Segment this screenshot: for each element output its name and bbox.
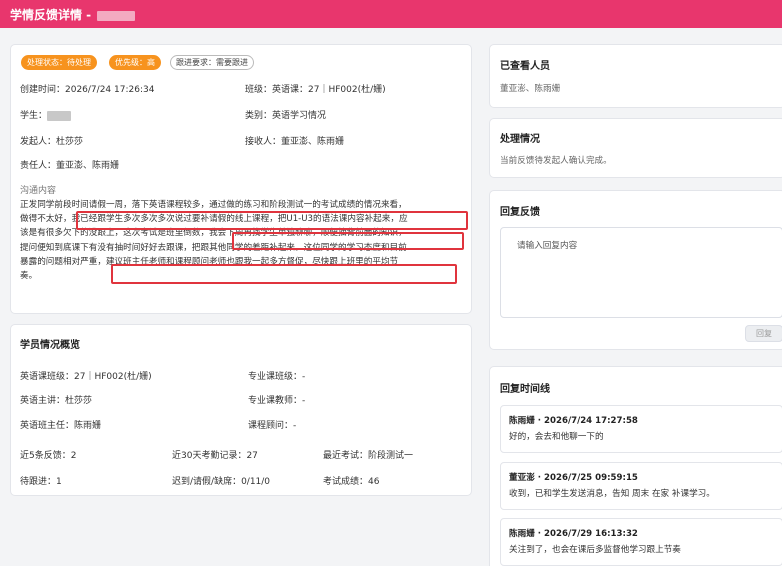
page-title: 学情反馈详情 - <box>10 6 136 23</box>
owner-field: 责任人：董亚澎、陈雨姗 <box>20 161 120 171</box>
timeline-text: 关注到了，也会在课后多监督他学习跟上节奏 <box>509 545 681 555</box>
timeline-title: 回复时间线 <box>500 384 550 395</box>
attendance-record: 近30天考勤记录：27 <box>172 451 258 461</box>
timeline-item: 陈雨姗 · 2026/7/24 17:27:58 好的，会去和他聊一下的 <box>500 405 782 453</box>
reply-title: 回复反馈 <box>500 207 540 218</box>
comm-label: 沟通内容 <box>20 186 57 196</box>
class-info: 班级：英语课：27｜HF002(杜/姗) <box>245 85 386 95</box>
status-badge: 处理状态：待处理 <box>21 55 97 70</box>
highlight-box <box>232 232 464 250</box>
created-time: 创建时间：2026/7/24 17:26:34 <box>20 85 155 95</box>
late-leave-absent: 迟到/请假/缺席：0/11/0 <box>172 477 271 487</box>
student-name-redacted <box>97 10 136 21</box>
timeline-author: 陈雨姗 · 2026/7/24 17:27:58 <box>509 416 638 426</box>
reply-button[interactable]: 回复 <box>745 325 782 342</box>
overview-title: 学员情况概览 <box>20 340 80 351</box>
student-field: 学生： <box>20 108 72 121</box>
timeline-text: 收到，已和学生发送消息，告知 周末 在家 补课学习。 <box>509 489 715 499</box>
processing-title: 处理情况 <box>500 134 540 145</box>
reply-placeholder: 请输入回复内容 <box>517 241 578 251</box>
processing-status: 当前反馈待发起人确认完成。 <box>500 156 612 166</box>
pending-follow-up: 待跟进：1 <box>20 477 62 487</box>
timeline-author: 陈雨姗 · 2026/7/29 16:13:32 <box>509 529 638 539</box>
major-class: 专业课班级：- <box>248 372 306 382</box>
english-class: 英语课班级：27｜HF002(杜/姗) <box>20 372 152 382</box>
student-name-redacted <box>47 110 72 121</box>
top-bar: 学情反馈详情 - <box>0 0 782 28</box>
exam-score: 考试成绩：46 <box>323 477 380 487</box>
english-head-teacher: 英语班主任：陈雨姗 <box>20 421 102 431</box>
recent-feedback: 近5条反馈：2 <box>20 451 77 461</box>
timeline-text: 好的，会去和他聊一下的 <box>509 432 604 442</box>
english-teacher: 英语主讲：杜莎莎 <box>20 396 93 406</box>
recent-exam: 最近考试：阶段测试一 <box>323 451 414 461</box>
viewed-card <box>489 44 782 108</box>
initiator-field: 发起人：杜莎莎 <box>20 137 84 147</box>
viewed-names: 董亚澎、陈雨姗 <box>500 84 561 94</box>
timeline-item: 董亚澎 · 2026/7/25 09:59:15 收到，已和学生发送消息，告知 … <box>500 462 782 510</box>
category-field: 类别：英语学习情况 <box>245 111 327 121</box>
course-advisor: 课程顾问：- <box>248 421 297 431</box>
processing-card <box>489 118 782 178</box>
timeline-item: 陈雨姗 · 2026/7/29 16:13:32 关注到了，也会在课后多监督他学… <box>500 518 782 566</box>
viewed-title: 已查看人员 <box>500 61 550 72</box>
follow-up-badge: 跟进要求：需要跟进 <box>170 55 254 70</box>
highlight-box <box>76 211 468 230</box>
timeline-author: 董亚澎 · 2026/7/25 09:59:15 <box>509 473 638 483</box>
receiver-field: 接收人：董亚澎、陈雨姗 <box>245 137 345 147</box>
major-teacher: 专业课教师：- <box>248 396 306 406</box>
highlight-box <box>111 264 457 284</box>
priority-badge: 优先级：高 <box>109 55 161 70</box>
